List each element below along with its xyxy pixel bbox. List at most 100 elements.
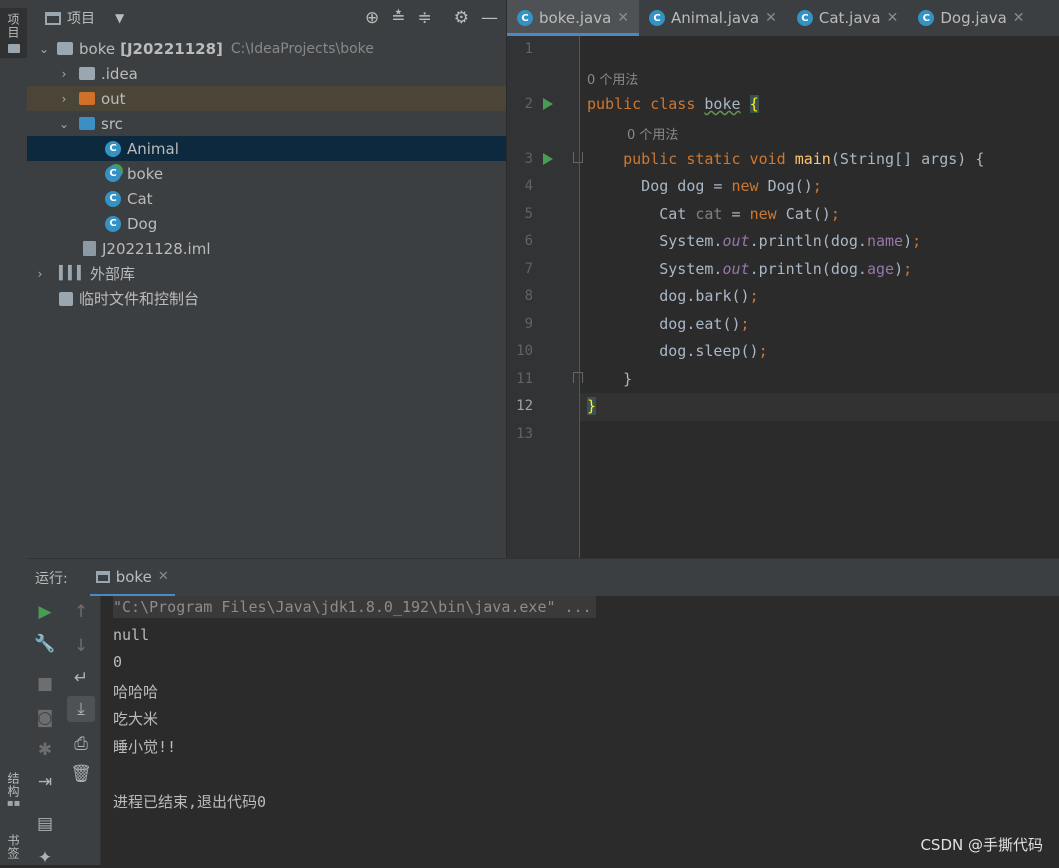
run-panel-label: 运行: <box>35 571 68 587</box>
bug-icon[interactable]: ✱ <box>27 740 63 760</box>
tab-label: boke.java <box>539 9 612 27</box>
bookmarks-tool-tab[interactable]: 书签 <box>0 828 27 865</box>
tab-label: Animal.java <box>671 9 760 27</box>
usage-hint[interactable]: 0 个用法 <box>587 69 638 88</box>
tab-dog-java[interactable]: C Dog.java ✕ <box>908 0 1034 36</box>
console-line: 吃大米 <box>113 710 159 728</box>
class-icon: C <box>105 140 121 157</box>
tree-item-label: src <box>101 114 123 133</box>
project-tool-tab[interactable]: 项目 <box>0 8 27 58</box>
project-panel-title: 项目 <box>67 11 95 27</box>
code-line-4: Dog dog = new Dog(); <box>587 177 822 195</box>
chevron-down-icon[interactable]: ⌄ <box>57 117 71 131</box>
current-line-highlight <box>580 393 1059 421</box>
fold-icon[interactable] <box>573 152 583 163</box>
tree-item-label: J20221128.iml <box>102 239 211 258</box>
wrench-icon[interactable]: 🔧 <box>27 634 63 654</box>
chevron-right-icon[interactable]: › <box>33 267 47 281</box>
structure-tool-tab[interactable]: 结构 ▪▪ <box>0 762 27 818</box>
fold-icon[interactable] <box>573 372 583 383</box>
line-number: 4 <box>524 178 533 194</box>
tree-item-boke-module[interactable]: ⌄ boke [J20221128] C:\IdeaProjects\boke <box>27 36 506 61</box>
chevron-right-icon[interactable]: › <box>57 67 71 81</box>
rerun-icon[interactable]: ▶ <box>27 602 63 622</box>
tree-item-cat[interactable]: C Cat <box>27 186 506 211</box>
tree-item-label: Cat <box>127 189 153 208</box>
console-line-command: "C:\Program Files\Java\jdk1.8.0_192\bin\… <box>113 596 596 618</box>
hide-icon[interactable]: — <box>481 8 498 28</box>
tree-item-label: boke <box>79 39 116 58</box>
locate-icon[interactable]: ⊕ <box>365 8 379 28</box>
trash-icon[interactable]: 🗑 <box>63 764 99 784</box>
camera-icon[interactable]: ◙ <box>27 708 63 728</box>
close-icon[interactable]: ✕ <box>617 10 629 26</box>
code-line-8: dog.bark(); <box>587 287 759 305</box>
line-number: 7 <box>524 261 533 277</box>
line-number: 1 <box>524 41 533 57</box>
folder-icon <box>7 44 20 53</box>
tab-label: Dog.java <box>940 9 1007 27</box>
stop-icon[interactable]: ■ <box>27 674 63 694</box>
project-view-selector[interactable]: 项目 ▼ <box>45 8 124 28</box>
arrow-up-icon[interactable]: ↑ <box>63 602 99 622</box>
exit-icon[interactable]: ⇥ <box>27 772 63 792</box>
tree-item-out[interactable]: › out <box>27 86 506 111</box>
watermark: CSDN @手撕代码 <box>920 836 1043 854</box>
tree-item-boke-class[interactable]: C boke <box>27 161 506 186</box>
line-number: 8 <box>524 288 533 304</box>
class-icon: C <box>796 10 813 26</box>
structure-tool-tab-label: 结构 <box>6 771 20 798</box>
line-number: 13 <box>516 426 533 442</box>
editor-tabs: C boke.java ✕ C Animal.java ✕ C Cat.java… <box>507 0 1059 36</box>
chevron-right-icon[interactable]: › <box>57 92 71 106</box>
console-line: null <box>113 626 150 644</box>
soft-wrap-icon[interactable]: ↵ <box>63 668 99 688</box>
close-icon[interactable]: ✕ <box>1013 10 1025 26</box>
run-tab-label: boke <box>115 567 152 586</box>
tree-item-external-libraries[interactable]: › ▍▍▍ 外部库 <box>27 261 506 286</box>
line-number: 3 <box>524 151 533 167</box>
class-icon: C <box>517 10 533 26</box>
tree-item-animal[interactable]: C Animal <box>27 136 506 161</box>
console-icon <box>95 570 110 583</box>
close-icon[interactable]: ✕ <box>158 569 169 584</box>
code-line-6: System.out.println(dog.name); <box>587 232 922 250</box>
run-gutter-icon[interactable] <box>543 153 553 165</box>
tab-cat-java[interactable]: C Cat.java ✕ <box>787 0 908 36</box>
chevron-down-icon[interactable]: ⌄ <box>37 42 51 56</box>
line-number: 5 <box>524 206 533 222</box>
tab-boke-java[interactable]: C boke.java ✕ <box>507 0 640 36</box>
class-icon: C <box>105 215 121 232</box>
usage-hint[interactable]: 0 个用法 <box>627 124 678 143</box>
print-icon[interactable]: ⎙ <box>63 734 99 754</box>
tree-item-label: 临时文件和控制台 <box>79 290 200 308</box>
tab-animal-java[interactable]: C Animal.java ✕ <box>639 0 787 36</box>
tree-item-label: Animal <box>127 139 179 158</box>
pin-icon[interactable]: ✦ <box>27 848 63 868</box>
tree-item-iml[interactable]: J20221128.iml <box>27 236 506 261</box>
tree-item-idea[interactable]: › .idea <box>27 61 506 86</box>
code-line-10: dog.sleep(); <box>587 342 768 360</box>
tree-item-scratches[interactable]: 临时文件和控制台 <box>27 286 506 311</box>
gear-icon[interactable]: ⚙ <box>454 8 469 28</box>
tree-item-label: boke <box>127 164 164 183</box>
class-icon: C <box>918 10 935 26</box>
arrow-down-icon[interactable]: ↓ <box>63 636 99 656</box>
module-folder-icon <box>57 42 73 55</box>
scroll-to-end-icon[interactable]: ⤓ <box>67 696 95 722</box>
orange-folder-icon <box>79 92 95 105</box>
chevron-down-icon[interactable]: ▼ <box>115 11 124 25</box>
tree-item-dog[interactable]: C Dog <box>27 211 506 236</box>
close-icon[interactable]: ✕ <box>887 10 899 26</box>
tree-item-src[interactable]: ⌄ src <box>27 111 506 136</box>
run-console[interactable]: "C:\Program Files\Java\jdk1.8.0_192\bin\… <box>101 596 1059 865</box>
line-number: 2 <box>524 96 533 112</box>
close-icon[interactable]: ✕ <box>765 10 777 26</box>
layout-icon[interactable]: ▤ <box>27 814 63 834</box>
code-editor[interactable]: 1 2 3 4 5 6 7 8 9 10 11 12 13 0 个用法 publ… <box>507 36 1059 558</box>
tree-item-label: out <box>101 89 126 108</box>
run-gutter-icon[interactable] <box>543 98 553 110</box>
run-tab-boke[interactable]: boke ✕ <box>89 559 175 597</box>
collapse-all-icon[interactable]: ≑ <box>418 8 432 28</box>
expand-all-icon[interactable]: ≛ <box>391 8 405 28</box>
